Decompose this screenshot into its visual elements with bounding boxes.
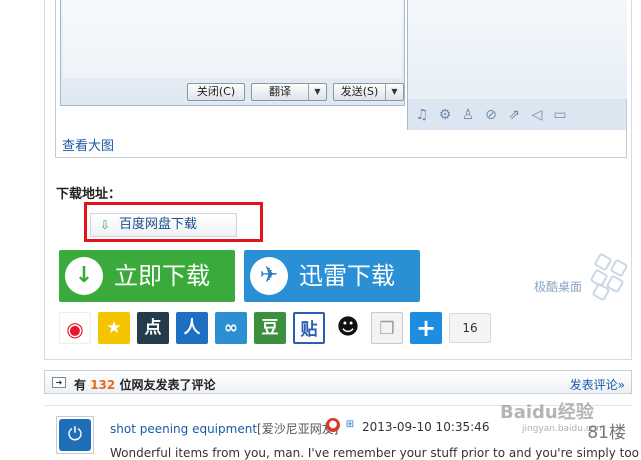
preview-image-frame: 关闭(C) 翻译 ▼ 发送(S) ▼ ♫ ⚙ ♙ ⊘ ⇗ ◁ ▭ bbox=[55, 0, 627, 158]
send-button[interactable]: 发送(S) ▼ bbox=[333, 83, 404, 101]
chevron-down-icon[interactable]: ▼ bbox=[308, 84, 326, 100]
share-bar: ◉ ★ 点 人 ∞ 豆 贴 ☻ ❐ + 16 bbox=[59, 312, 491, 344]
comment-date: 2013-09-10 10:35:46 bbox=[362, 420, 490, 434]
qq-icon[interactable]: ☻ bbox=[332, 312, 364, 344]
watermark-url: jingyan.baidu.com bbox=[522, 424, 606, 434]
content-border-left bbox=[44, 0, 45, 360]
compass-icon[interactable]: ⊘ bbox=[482, 106, 500, 124]
speaker-icon[interactable]: ◁ bbox=[528, 106, 546, 124]
weibo-icon[interactable]: ◉ bbox=[59, 312, 91, 344]
close-button[interactable]: 关闭(C) bbox=[187, 83, 245, 101]
chevron-down-icon[interactable]: ▼ bbox=[385, 84, 403, 100]
download-section-title: 下载地址： bbox=[56, 187, 122, 202]
avatar[interactable]: ⏻ bbox=[56, 416, 94, 454]
douban-icon[interactable]: 豆 bbox=[254, 312, 286, 344]
qzone-icon[interactable]: ★ bbox=[98, 312, 130, 344]
chat-window-sidebar: ♫ ⚙ ♙ ⊘ ⇗ ◁ ▭ bbox=[407, 0, 627, 130]
translate-button[interactable]: 翻译 ▼ bbox=[251, 83, 327, 101]
brand-hex-logo bbox=[588, 252, 632, 302]
chat-sidebar-panel bbox=[408, 0, 627, 99]
brand-logo: 极酷桌面 bbox=[534, 280, 583, 294]
content-border-right bbox=[631, 0, 632, 360]
gear-icon[interactable]: ⚙ bbox=[436, 106, 454, 124]
power-icon: ⏻ bbox=[59, 419, 91, 451]
folder-icon[interactable]: ▭ bbox=[551, 106, 569, 124]
arrow-right-icon: ➜ bbox=[52, 377, 66, 388]
bell-icon[interactable]: ♫ bbox=[413, 106, 431, 124]
comments-count-text: 有 132 位网友发表了评论 bbox=[74, 378, 216, 392]
comment-author-link[interactable]: shot peening equipment bbox=[110, 422, 257, 436]
windows-icon: ⊞ bbox=[343, 418, 357, 432]
chat-toolbar: ♫ ⚙ ♙ ⊘ ⇗ ◁ ▭ bbox=[413, 103, 625, 127]
view-large-link[interactable]: 查看大图 bbox=[62, 135, 114, 154]
baidu-pan-download-button[interactable]: ⇩ 百度网盘下载 bbox=[90, 213, 237, 237]
chrome-icon: ● bbox=[326, 418, 340, 432]
download-arrow-icon: ↓ bbox=[65, 257, 103, 295]
share-out-icon[interactable]: ⇗ bbox=[505, 106, 523, 124]
watermark-logo: Baidu经验 bbox=[500, 402, 594, 423]
download-now-button[interactable]: ↓ 立即下载 bbox=[59, 250, 235, 302]
xunlei-download-button[interactable]: ✈ 迅雷下载 bbox=[244, 250, 420, 302]
pengyou-icon[interactable]: ∞ bbox=[215, 312, 247, 344]
copy-icon[interactable]: ❐ bbox=[371, 312, 403, 344]
share-count: 16 bbox=[449, 313, 491, 343]
browser-icons: ● ⊞ bbox=[326, 418, 357, 432]
content-border-bottom bbox=[44, 359, 632, 360]
add-user-icon[interactable]: ♙ bbox=[459, 106, 477, 124]
comment-text: Wonderful items from you, man. I've reme… bbox=[110, 446, 640, 460]
comments-header: ➜ 有 132 位网友发表了评论 发表评论» bbox=[44, 370, 632, 394]
more-icon[interactable]: + bbox=[410, 312, 442, 344]
renren-icon[interactable]: 人 bbox=[176, 312, 208, 344]
chat-window-main: 关闭(C) 翻译 ▼ 发送(S) ▼ bbox=[60, 0, 405, 106]
xunlei-bird-icon: ✈ bbox=[250, 257, 288, 295]
download-arrow-icon: ⇩ bbox=[100, 218, 111, 232]
comment-author: shot peening equipment[爱沙尼亚网友] bbox=[110, 422, 339, 436]
post-comment-link[interactable]: 发表评论» bbox=[570, 376, 625, 393]
tieba-icon[interactable]: 贴 bbox=[293, 312, 325, 344]
dianping-icon[interactable]: 点 bbox=[137, 312, 169, 344]
chat-input-area bbox=[63, 0, 402, 78]
